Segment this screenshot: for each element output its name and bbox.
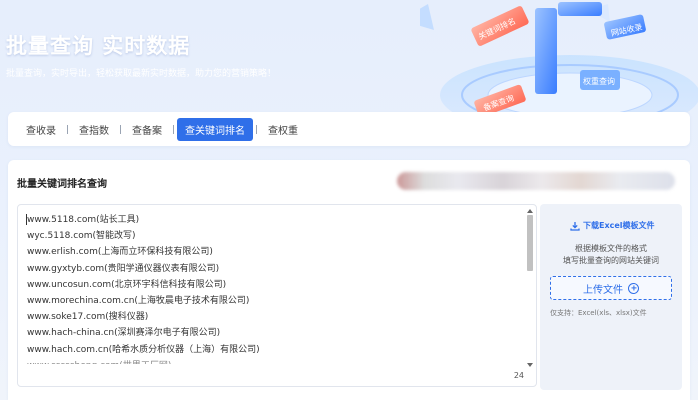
tab-keyword-rank[interactable]: 查关键词排名 — [177, 117, 253, 141]
list-item: www.soke17.com(搜科仪器) — [27, 312, 149, 323]
blurred-info-bar — [397, 172, 675, 190]
list-item: www.5118.com(站长工具) — [27, 215, 140, 225]
upload-sidebar: 下载Excel模板文件 根据模板文件的格式 填写批量查询的网站关键词 上传文件 … — [540, 204, 682, 390]
template-desc-1: 根据模板文件的格式 — [575, 244, 647, 253]
tab-divider — [67, 124, 68, 134]
template-desc-2: 填写批量查询的网站关键词 — [563, 256, 659, 265]
hero-title: 批量查询 实时数据 — [6, 34, 191, 58]
supported-formats: 仅支持：Excel(xls、xlsx)文件 — [550, 309, 647, 317]
url-textarea[interactable]: www.5118.com(站长工具) wyc.5118.com(智能改写) ww… — [17, 204, 537, 387]
list-item: wyc.5118.com(智能改写) — [27, 231, 136, 242]
tab-divider — [120, 124, 121, 134]
panel-title: 批量关键词排名查询 — [17, 179, 107, 190]
scrollbar[interactable] — [526, 207, 534, 367]
list-item: www.morechina.com.cn(上海牧晨电子技术有限公司) — [27, 295, 250, 306]
list-item-partial: www.sssssheng.com(世界工厂网) — [27, 358, 260, 364]
download-template-link[interactable]: 下载Excel模板文件 — [570, 220, 655, 231]
list-item: www.uncosun.com(北京环宇科信科技有限公司) — [27, 279, 227, 290]
hero-banner: 批量查询 实时数据 批量查询，实时导出，轻松获取最新实时数据，助力您的营销策略！… — [0, 0, 698, 112]
url-list: www.5118.com(站长工具) wyc.5118.com(智能改写) ww… — [27, 212, 260, 364]
hero-subtitle: 批量查询，实时导出，轻松获取最新实时数据，助力您的营销策略！ — [6, 69, 277, 79]
tab-index-volume[interactable]: 查指数 — [71, 118, 117, 141]
list-item: www.hach-china.cn(深圳赛泽尔电子有限公司) — [27, 328, 221, 339]
tab-divider — [256, 124, 257, 134]
scroll-up-arrow-icon[interactable] — [527, 209, 533, 213]
scroll-down-arrow-icon[interactable] — [527, 363, 533, 367]
download-icon — [570, 221, 580, 231]
tab-site-weight[interactable]: 查权重 — [260, 118, 306, 141]
scroll-thumb[interactable] — [527, 215, 533, 271]
plus-circle-icon — [628, 282, 639, 294]
line-count: 24 — [513, 371, 524, 380]
tab-index-check[interactable]: 查收录 — [18, 118, 64, 141]
download-template-label: 下载Excel模板文件 — [583, 221, 655, 230]
upload-file-button[interactable]: 上传文件 — [550, 276, 672, 300]
list-item: www.gyxtyb.com(贵阳学通仪器仪表有限公司) — [27, 263, 220, 274]
tab-icp-record[interactable]: 查备案 — [124, 118, 170, 141]
query-tabs: 查收录 查指数 查备案 查关键词排名 查权重 — [8, 112, 690, 146]
upload-label: 上传文件 — [583, 284, 623, 296]
art-tag-4: 权重查询 — [583, 76, 615, 86]
list-item: www.hach.com.cn(哈希水质分析仪器（上海）有限公司) — [27, 344, 260, 355]
query-panel: 批量关键词排名查询 www.5118.com(站长工具) wyc.5118.co… — [8, 160, 690, 400]
hero-illustration: 网站收录 关键词排名 备案查询 权重查询 — [420, 2, 698, 112]
tab-divider — [173, 124, 174, 134]
list-item: www.erlish.com(上海而立环保科技有限公司) — [27, 247, 213, 258]
